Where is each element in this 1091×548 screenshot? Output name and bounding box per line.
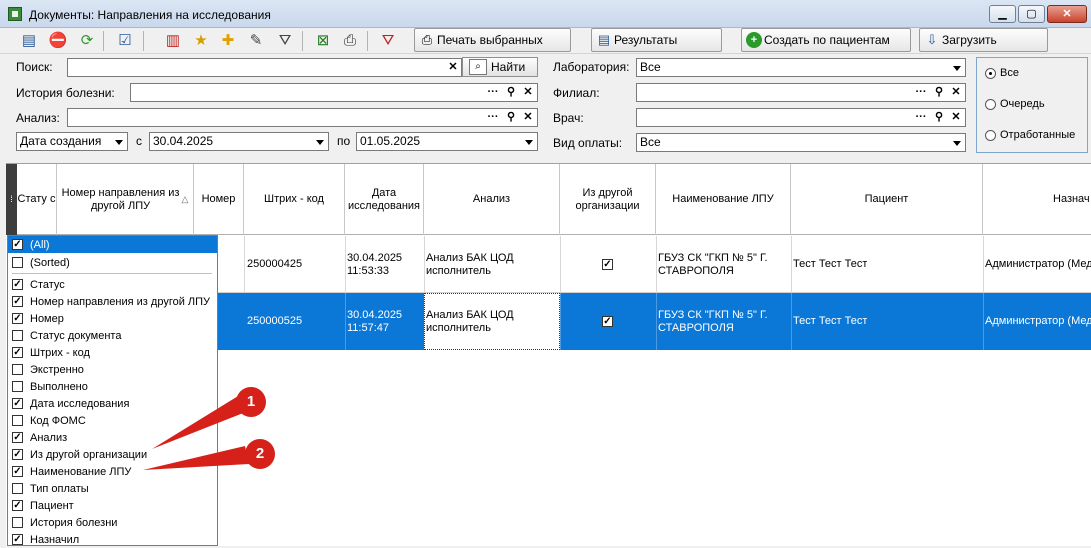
callout-arrows bbox=[143, 393, 256, 470]
callout-badge-2: 2 bbox=[245, 439, 275, 469]
callout-badge-1: 1 bbox=[236, 387, 266, 417]
callout-arrow-2 bbox=[143, 446, 249, 470]
